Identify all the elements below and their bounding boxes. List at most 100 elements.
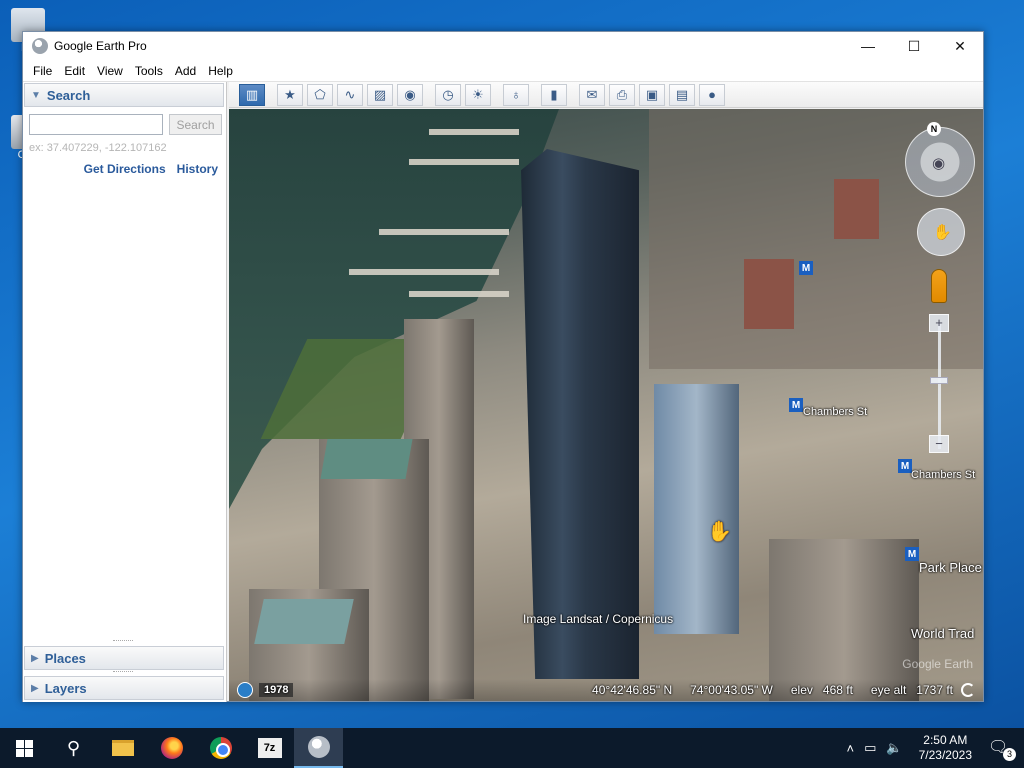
- close-button[interactable]: ✕: [937, 32, 983, 60]
- polygon-icon[interactable]: ⬠: [307, 83, 333, 106]
- pier: [349, 269, 499, 275]
- pier: [409, 291, 509, 297]
- places-panel-header[interactable]: ▶ Places: [24, 646, 224, 670]
- metro-icon[interactable]: M: [898, 459, 912, 473]
- metro-icon[interactable]: M: [789, 398, 803, 412]
- eye-alt-label: eye alt: [870, 683, 907, 697]
- email-icon[interactable]: ✉: [579, 83, 605, 106]
- earth-3d-view[interactable]: M M Chambers St M Chambers St M Park Pla…: [229, 109, 983, 701]
- green-roof: [254, 599, 354, 644]
- red-roof-building: [744, 259, 794, 329]
- search-input[interactable]: [29, 114, 163, 135]
- zoom-out-button[interactable]: −: [929, 435, 949, 453]
- placemark-icon[interactable]: ★: [277, 83, 303, 106]
- red-roof-building: [834, 179, 879, 239]
- ruler-icon[interactable]: ▮: [541, 83, 567, 106]
- history-link[interactable]: History: [177, 162, 218, 176]
- street-label-park-place[interactable]: Park Place: [919, 560, 982, 575]
- title-bar[interactable]: Google Earth Pro — ☐ ✕: [23, 32, 983, 60]
- loading-spinner-icon: [961, 683, 975, 697]
- path-icon[interactable]: ∿: [337, 83, 363, 106]
- sidebar-toggle-icon[interactable]: ▥: [239, 83, 265, 106]
- menu-edit[interactable]: Edit: [58, 64, 91, 78]
- move-control[interactable]: ✋: [917, 208, 965, 256]
- layers-panel-header[interactable]: ▶ Layers: [24, 676, 224, 700]
- expand-triangle-icon: ▶: [31, 682, 39, 694]
- google-earth-taskbar-button[interactable]: [294, 728, 343, 768]
- glass-tower: [654, 384, 739, 634]
- menu-add[interactable]: Add: [169, 64, 202, 78]
- earth-icon[interactable]: ●: [699, 83, 725, 106]
- street-label-chambers-2[interactable]: Chambers St: [911, 469, 975, 481]
- action-center-button[interactable]: 🗨 3: [988, 737, 1016, 761]
- panel-resize-grip[interactable]: [113, 640, 133, 642]
- layers-label: Layers: [44, 680, 87, 696]
- sunlight-icon[interactable]: ☀: [465, 83, 491, 106]
- menu-tools[interactable]: Tools: [129, 64, 169, 78]
- toolbar: ▥ ★ ⬠ ∿ ▨ ◉ ◷ ☀ ♁ ▮ ✉ ⎙ ▣ ▤ ●: [229, 82, 983, 108]
- search-header-label: Search: [46, 87, 91, 103]
- menu-help[interactable]: Help: [202, 64, 239, 78]
- clock-time: 2:50 AM: [923, 733, 968, 747]
- image-overlay-icon[interactable]: ▨: [367, 83, 393, 106]
- planets-icon[interactable]: ♁: [503, 83, 529, 106]
- pier: [429, 129, 519, 135]
- menu-bar: File Edit View Tools Add Help: [23, 60, 983, 82]
- firefox-button[interactable]: [147, 728, 196, 768]
- imagery-year: 1978: [259, 683, 294, 697]
- places-label: Places: [44, 650, 86, 666]
- network-icon[interactable]: ▭: [864, 740, 876, 756]
- menu-file[interactable]: File: [27, 64, 58, 78]
- look-compass-control[interactable]: N ◉: [905, 122, 975, 197]
- firefox-icon: [160, 737, 183, 759]
- search-icon: ⚲: [66, 737, 81, 758]
- search-row: Search: [29, 114, 222, 135]
- look-eye-icon: ◉: [932, 155, 946, 172]
- search-button[interactable]: Search: [169, 114, 222, 135]
- search-panel-header[interactable]: ▼ Search: [24, 83, 224, 107]
- google-earth-window: Google Earth Pro — ☐ ✕ File Edit View To…: [22, 31, 984, 702]
- historical-imagery-icon[interactable]: ◷: [435, 83, 461, 106]
- hand-cursor-icon: ✋: [707, 521, 732, 543]
- street-label-chambers[interactable]: Chambers St: [803, 406, 867, 418]
- building: [769, 539, 919, 701]
- latitude: 40°42'46.85" N: [592, 683, 673, 697]
- panel-resize-grip[interactable]: [113, 671, 133, 673]
- 7zip-icon: 7z: [257, 738, 282, 758]
- save-image-icon[interactable]: ▣: [639, 83, 665, 106]
- search-hint: ex: 37.407229, -122.107162: [29, 142, 167, 154]
- zoom-in-button[interactable]: +: [929, 314, 949, 332]
- pier: [409, 159, 519, 165]
- clock[interactable]: 2:50 AM 7/23/2023: [913, 733, 978, 763]
- chrome-button[interactable]: [196, 728, 245, 768]
- window-title: Google Earth Pro: [54, 39, 147, 53]
- google-earth-app-icon: [32, 38, 48, 54]
- place-label-world-trade[interactable]: World Trad: [911, 626, 974, 641]
- imagery-credit: Image Landsat / Copernicus: [523, 612, 674, 626]
- elev-label: elev: [790, 683, 813, 697]
- street-view-pegman-icon[interactable]: [931, 269, 947, 303]
- 7zip-button[interactable]: 7z: [245, 728, 294, 768]
- maximize-button[interactable]: ☐: [891, 32, 937, 60]
- minimize-button[interactable]: —: [845, 32, 891, 60]
- start-button[interactable]: [0, 728, 49, 768]
- chrome-icon: [209, 737, 232, 759]
- volume-muted-icon[interactable]: 🔈: [886, 740, 902, 756]
- get-directions-link[interactable]: Get Directions: [84, 162, 166, 176]
- eye-alt-value: 1737 ft: [916, 683, 953, 697]
- zoom-slider-thumb[interactable]: [930, 377, 948, 384]
- zoom-slider-track[interactable]: [938, 324, 941, 449]
- search-links: Get Directions History: [84, 162, 218, 176]
- file-explorer-button[interactable]: [98, 728, 147, 768]
- search-taskbar-button[interactable]: ⚲: [49, 728, 98, 768]
- print-icon[interactable]: ⎙: [609, 83, 635, 106]
- historical-clock-icon[interactable]: [237, 682, 253, 698]
- metro-icon[interactable]: M: [799, 261, 813, 275]
- chevron-up-icon[interactable]: ˄: [847, 741, 855, 756]
- side-panel: ▼ Search Search ex: 37.407229, -122.1071…: [23, 82, 227, 702]
- record-tour-icon[interactable]: ◉: [397, 83, 423, 106]
- google-maps-icon[interactable]: ▤: [669, 83, 695, 106]
- menu-view[interactable]: View: [91, 64, 129, 78]
- north-indicator[interactable]: N: [927, 122, 941, 136]
- metro-icon[interactable]: M: [905, 547, 919, 561]
